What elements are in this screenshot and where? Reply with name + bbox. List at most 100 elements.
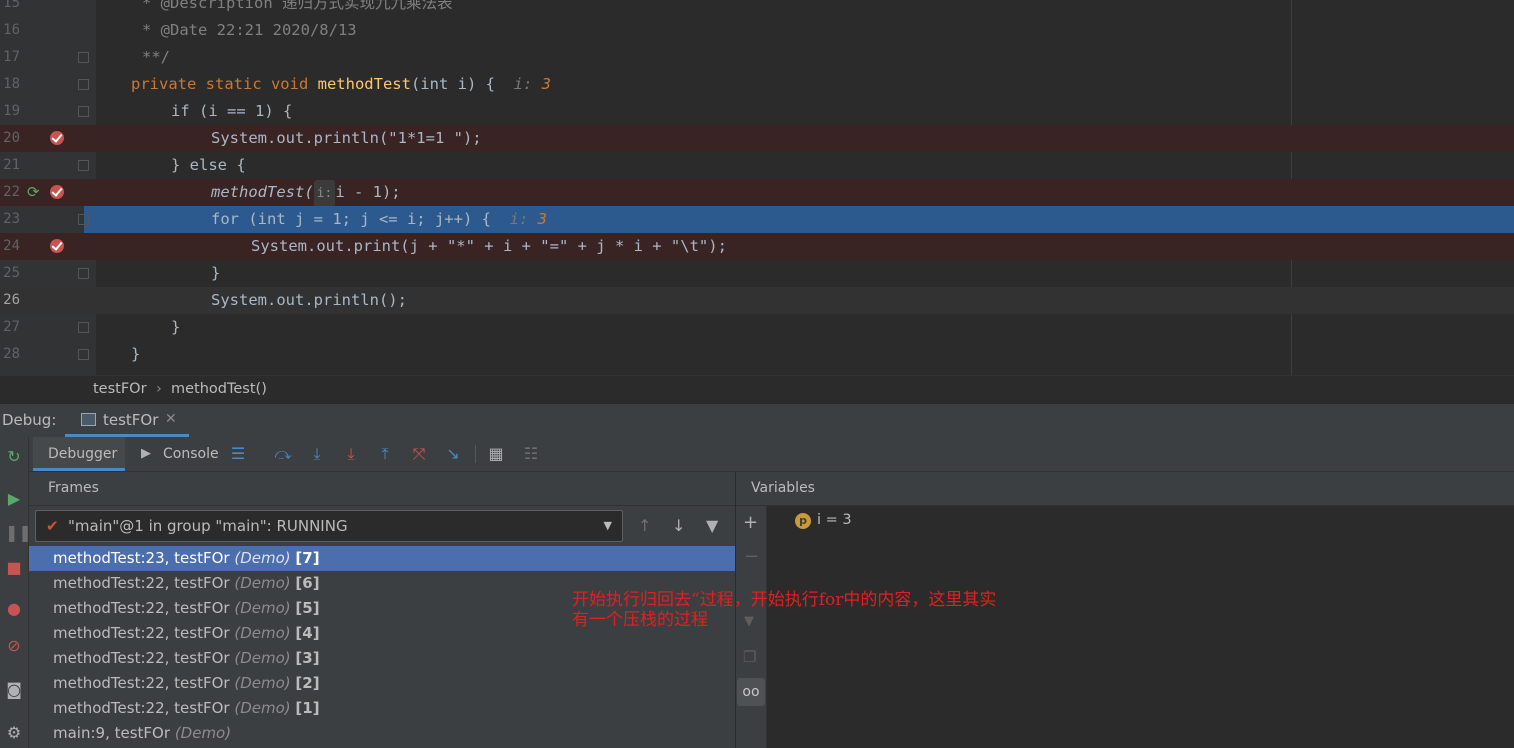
code-line[interactable]: 23 for (int j = 1; j <= i; j++) { i: 3: [0, 206, 1514, 233]
copy-icon[interactable]: ❐: [743, 648, 756, 666]
frame-row[interactable]: methodTest:23, testFOr (Demo) [7]: [29, 546, 735, 571]
frame-row[interactable]: methodTest:22, testFOr (Demo) [1]: [29, 696, 735, 721]
breadcrumb-method[interactable]: methodTest(): [171, 381, 267, 397]
breakpoint-icon[interactable]: [50, 185, 64, 199]
breakpoint-icon[interactable]: [50, 239, 64, 253]
code-line[interactable]: 16 * @Date 22:21 2020/8/13: [0, 17, 1514, 44]
fold-marker-icon[interactable]: [78, 349, 89, 360]
code-line-breakpoint[interactable]: 24 System.out.print(j + "*" + i + "=" + …: [0, 233, 1514, 260]
fold-marker-icon[interactable]: [78, 214, 89, 225]
force-step-into-icon[interactable]: ⤓: [341, 445, 361, 463]
arrow-down-icon[interactable]: ↓: [672, 516, 685, 535]
mute-breakpoints-icon[interactable]: ⊘: [5, 637, 23, 655]
frame-class: (Demo): [174, 724, 232, 742]
for-loop-code: for (int j = 1; j <= i; j++) {: [211, 210, 491, 228]
breakpoint-icon[interactable]: [50, 131, 64, 145]
frame-method: methodTest:22, testFOr: [53, 624, 230, 642]
frame-class: (Demo): [234, 599, 291, 617]
variable-row[interactable]: p i = 3: [795, 512, 852, 529]
line-number: 26: [3, 292, 20, 308]
step-out-icon[interactable]: ⤒: [375, 445, 395, 463]
code-line-breakpoint[interactable]: 20 System.out.println("1*1=1 ");: [0, 125, 1514, 152]
code-editor[interactable]: 15 * @Description 递归方式实现九九乘法表 16 * @Date…: [0, 0, 1514, 375]
filter-icon[interactable]: ▼: [706, 516, 718, 535]
frame-method: methodTest:22, testFOr: [53, 674, 230, 692]
breadcrumb: testFOr › methodTest(): [0, 375, 1514, 404]
close-icon[interactable]: ✕: [165, 411, 177, 427]
inline-value-hint-value: 3: [537, 210, 547, 228]
frame-method: methodTest:22, testFOr: [53, 649, 230, 667]
remove-watch-icon[interactable]: −: [744, 546, 759, 567]
tab-debugger[interactable]: Debugger: [33, 437, 125, 471]
run-to-cursor-icon[interactable]: ↘: [443, 445, 463, 463]
camera-icon[interactable]: ◙: [5, 681, 23, 699]
code-line[interactable]: 27 }: [0, 314, 1514, 341]
debug-side-toolbar: ↻ ▶ ❚❚ ■ ● ⊘ ◙ ⚙: [0, 437, 32, 748]
step-over-icon[interactable]: ⤼: [273, 445, 293, 463]
fold-marker-icon[interactable]: [78, 52, 89, 63]
arrow-up-icon[interactable]: ↑: [638, 516, 651, 535]
code-line[interactable]: 28 }: [0, 341, 1514, 368]
code-text: for (int j = 1; j <= i; j++) { i: 3: [211, 206, 547, 233]
glasses-icon[interactable]: oo: [737, 678, 765, 706]
line-number: 27: [3, 319, 20, 335]
code-text: methodTest(i: i - 1);: [211, 179, 401, 207]
view-breakpoints-icon[interactable]: ●: [5, 600, 23, 618]
code-text: * @Date 22:21 2020/8/13: [142, 21, 357, 39]
line-number: 17: [3, 49, 20, 65]
console-icon: ▶: [141, 446, 151, 461]
menu-lines-icon[interactable]: ☰: [228, 445, 248, 463]
method-args: (int i) {: [410, 75, 495, 93]
rerun-icon[interactable]: ↻: [5, 448, 23, 466]
chevron-down-icon[interactable]: ▼: [604, 511, 612, 541]
code-text: System.out.print(j + "*" + i + "=" + j *…: [251, 237, 727, 255]
fold-marker-icon[interactable]: [78, 322, 89, 333]
breadcrumb-class[interactable]: testFOr: [93, 381, 147, 397]
pause-program-icon[interactable]: ❚❚: [5, 524, 32, 542]
stop-icon[interactable]: ■: [5, 559, 23, 577]
trace-icon[interactable]: ☷: [521, 445, 541, 463]
code-line-caret[interactable]: 26 System.out.println();: [0, 287, 1514, 314]
code-keywords: private static void: [131, 75, 318, 93]
evaluate-expression-icon[interactable]: ▦: [486, 445, 506, 463]
fold-marker-icon[interactable]: [78, 268, 89, 279]
parameter-hint: i:: [313, 180, 336, 207]
code-text: }: [171, 318, 181, 336]
frame-row[interactable]: methodTest:22, testFOr (Demo) [3]: [29, 646, 735, 671]
code-line-breakpoint[interactable]: 22 ⟳ methodTest(i: i - 1);: [0, 179, 1514, 207]
code-line[interactable]: 15 * @Description 递归方式实现九九乘法表: [0, 0, 1514, 17]
annotation-text: 开始执行归回去“过程，开始执行for中的内容，这里其实 有一个压栈的过程: [572, 590, 997, 630]
frame-class: (Demo): [234, 699, 291, 717]
frame-index: [5]: [295, 599, 320, 617]
frame-row[interactable]: methodTest:22, testFOr (Demo) [2]: [29, 671, 735, 696]
step-into-icon[interactable]: ⤓: [307, 445, 327, 463]
code-line[interactable]: 18 private static void methodTest(int i)…: [0, 71, 1514, 98]
code-line[interactable]: 19 if (i == 1) {: [0, 98, 1514, 125]
inline-value-hint-name: i:: [509, 210, 529, 228]
code-text: if (i == 1) {: [171, 102, 293, 120]
debug-label: Debug:: [2, 411, 57, 429]
frame-method: methodTest:22, testFOr: [53, 599, 230, 617]
divider: [29, 505, 735, 506]
inline-value-hint-name: i:: [513, 75, 533, 93]
thread-selector[interactable]: ✔ "main"@1 in group "main": RUNNING ▼: [35, 510, 623, 542]
settings-gear-icon[interactable]: ⚙: [5, 724, 23, 742]
code-line[interactable]: 21 } else {: [0, 152, 1514, 179]
drop-frame-icon[interactable]: ⤧: [409, 445, 429, 463]
debug-session-tab[interactable]: testFOr ✕: [65, 404, 189, 437]
resume-program-icon[interactable]: ▶: [5, 490, 23, 508]
code-line[interactable]: 25 }: [0, 260, 1514, 287]
inline-value-hint-value: 3: [541, 75, 551, 93]
frame-class: (Demo): [234, 549, 291, 567]
frame-index: [1]: [295, 699, 320, 717]
thread-check-icon: ✔: [46, 517, 59, 535]
frame-row[interactable]: main:9, testFOr (Demo): [29, 721, 735, 746]
session-icon: [81, 413, 96, 426]
fold-marker-icon[interactable]: [78, 160, 89, 171]
code-line[interactable]: 17 **/: [0, 44, 1514, 71]
tab-console[interactable]: ▶ Console: [139, 437, 219, 471]
fold-marker-icon[interactable]: [78, 79, 89, 90]
fold-marker-icon[interactable]: [78, 106, 89, 117]
add-watch-icon[interactable]: +: [743, 512, 758, 533]
code-text: System.out.println("1*1=1 ");: [211, 129, 482, 147]
